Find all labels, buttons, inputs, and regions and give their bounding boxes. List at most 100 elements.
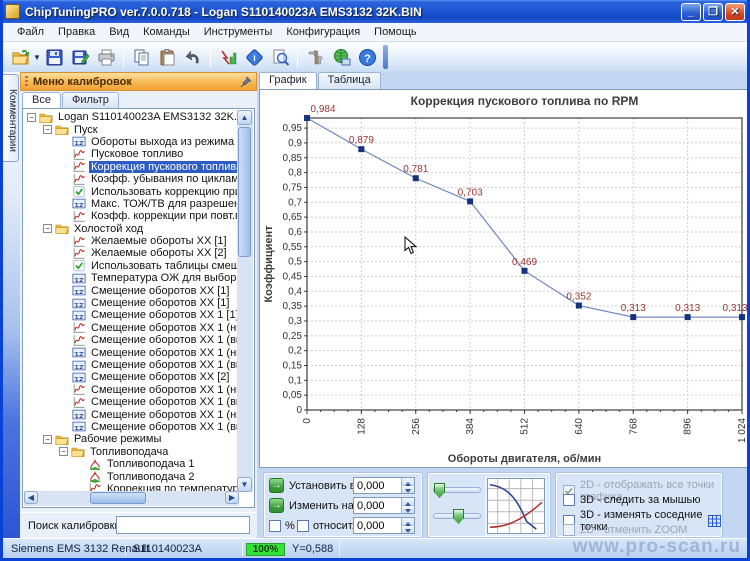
tree-item[interactable]: Смещение оборотов ХХ 1 (высокая Т	[23, 334, 239, 346]
tree-item[interactable]: 1.2 Смещение оборотов ХХ 1 (высокая Т	[23, 359, 239, 371]
menu-item-Вид[interactable]: Вид	[103, 24, 135, 40]
tree-item[interactable]: Коэфф. убывания по циклам	[23, 173, 239, 185]
open-dropdown-icon[interactable]: ▼	[33, 53, 41, 62]
tree-item-label[interactable]: Использовать коррекцию при повтор	[89, 186, 239, 198]
spin-down-icon[interactable]	[402, 506, 414, 513]
tree-item-label[interactable]: Коэфф. коррекции при повт.пуске	[89, 210, 239, 222]
vertical-scrollbar[interactable]: ▲ ▼	[237, 110, 253, 492]
close-button[interactable]: ✕	[725, 3, 745, 21]
tree-item-label[interactable]: Макс. ТОЖ/ТВ для разрешения корр	[89, 198, 239, 210]
tree-item-label[interactable]: Желаемые обороты ХХ [2]	[89, 247, 229, 259]
menu-item-Файл[interactable]: Файл	[11, 24, 50, 40]
tab-Фильтр[interactable]: Фильтр	[61, 92, 119, 108]
comments-tab[interactable]: Комментарии	[3, 74, 19, 162]
scroll-right-icon[interactable]: ▶	[225, 491, 239, 504]
checkbox[interactable]	[563, 494, 575, 506]
tree-item-label[interactable]: Топливоподача 2	[105, 471, 196, 483]
expander-minus-icon[interactable]: −	[43, 125, 52, 135]
maximize-button[interactable]: ❐	[703, 3, 723, 21]
tree-item[interactable]: Смещение оборотов ХХ 1 (низкая ТС	[23, 384, 239, 396]
tree-item[interactable]: 1.2 Обороты выхода из режима пуска	[23, 136, 239, 148]
spin-up-icon[interactable]	[402, 518, 414, 526]
tab-Все[interactable]: Все	[22, 92, 61, 108]
tree-item-label[interactable]: Коррекция пускового топлива по RP	[89, 160, 239, 173]
spin-up-icon[interactable]	[402, 498, 414, 506]
tree-item[interactable]: − Холостой ход	[23, 223, 239, 235]
expander-minus-icon[interactable]: −	[27, 112, 36, 122]
x-slider[interactable]	[433, 483, 481, 498]
tools-icon[interactable]	[303, 45, 327, 69]
paste-icon[interactable]	[155, 45, 179, 69]
checkbox[interactable]	[563, 524, 575, 536]
print-icon[interactable]	[94, 45, 118, 69]
zoom-search-icon[interactable]	[268, 45, 292, 69]
tab-График[interactable]: График	[259, 72, 317, 89]
minimize-button[interactable]: _	[681, 3, 701, 21]
save-as-icon[interactable]	[68, 45, 92, 69]
tree-item[interactable]: Пусковое топливо	[23, 148, 239, 160]
tree-item-label[interactable]: Смещение оборотов ХХ 1 (низкая ТС	[89, 384, 239, 396]
set-value-spinner[interactable]: 0,000	[353, 477, 415, 494]
tree-item[interactable]: 1.2 Смещение оборотов ХХ 1 (низкая ТС	[23, 346, 239, 359]
tree-item-label[interactable]: Смещение оборотов ХХ 1 (низкая ТС	[89, 347, 239, 359]
tree-item[interactable]: 1.2 Смещение оборотов ХХ [1]	[23, 297, 239, 309]
tree-item[interactable]: − Logan S110140023A EMS3132 32K.BIN	[23, 111, 239, 123]
tab-Таблица[interactable]: Таблица	[317, 72, 381, 89]
undo-icon[interactable]	[181, 45, 205, 69]
tree-item-label[interactable]: Использовать таблицы смещения об	[89, 260, 239, 272]
tree-item-label[interactable]: Смещение оборотов ХХ 1 (высокая Т	[89, 421, 239, 433]
menu-item-Команды[interactable]: Команды	[137, 24, 196, 40]
relative-checkbox[interactable]	[297, 520, 309, 532]
tree-item-label[interactable]: Смещение оборотов ХХ 1 (высокая Т	[89, 396, 239, 408]
tree-item[interactable]: Желаемые обороты ХХ [2]	[23, 247, 239, 259]
tree-item[interactable]: 1.2 Смещение оборотов ХХ 1 (низкая ТС	[23, 408, 239, 421]
menu-item-Инструменты[interactable]: Инструменты	[198, 24, 279, 40]
tree-item-label[interactable]: Пуск	[72, 124, 100, 136]
tree-item-label[interactable]: Пусковое топливо	[89, 148, 185, 160]
horizontal-scrollbar[interactable]: ◀ ▶	[24, 491, 239, 506]
tree-item[interactable]: 1.2 Макс. ТОЖ/ТВ для разрешения корр	[23, 198, 239, 210]
scroll-up-icon[interactable]: ▲	[237, 110, 252, 125]
info-icon[interactable]: i	[242, 45, 266, 69]
tree-item[interactable]: Смещение оборотов ХХ 1 (низкая ТС	[23, 322, 239, 334]
help-icon[interactable]: ?	[355, 45, 379, 69]
spin-down-icon[interactable]	[402, 526, 414, 533]
tree-item[interactable]: Топливоподача 1	[23, 458, 239, 471]
tree-item-label[interactable]: Обороты выхода из режима пуска	[89, 136, 239, 148]
tree-item-label[interactable]: Топливоподача	[88, 446, 170, 458]
tree-item-label[interactable]: Смещение оборотов ХХ 1 [1]	[89, 309, 239, 321]
menu-item-Помощь[interactable]: Помощь	[368, 24, 423, 40]
chip-chart-icon[interactable]	[216, 45, 240, 69]
tree-item[interactable]: 1.2 Смещение оборотов ХХ [2]	[23, 371, 239, 383]
apply-set-button[interactable]: →	[269, 478, 284, 493]
expander-minus-icon[interactable]: −	[43, 434, 52, 444]
percent-value-spinner[interactable]: 0,000	[353, 517, 415, 534]
tree-item[interactable]: Смещение оборотов ХХ 1 (высокая Т	[23, 396, 239, 408]
tree-item-label[interactable]: Смещение оборотов ХХ 1 (высокая Т	[89, 334, 239, 346]
tree-item[interactable]: Коррекция пускового топлива по RP	[23, 160, 239, 173]
tree-item-label[interactable]: Смещение оборотов ХХ [1]	[89, 297, 231, 309]
tree-item[interactable]: 1.2 Смещение оборотов ХХ [1]	[23, 284, 239, 297]
horizontal-scroll-thumb[interactable]	[90, 492, 146, 504]
menu-item-Правка[interactable]: Правка	[52, 24, 101, 40]
startup-fuel-chart[interactable]: 0 0,05 0,1 0,15 0,2 0,25 0,3 0,35 0,4 0,45 0,5 0,55…	[261, 90, 749, 468]
tree-item[interactable]: 1.2 Смещение оборотов ХХ 1 (высокая Т	[23, 421, 239, 433]
tree-item-label[interactable]: Смещение оборотов ХХ 1 (низкая ТС	[89, 322, 239, 334]
search-input[interactable]	[116, 516, 250, 534]
tree-item[interactable]: Использовать таблицы смещения об	[23, 260, 239, 272]
percent-checkbox[interactable]	[269, 520, 281, 532]
save-icon[interactable]	[42, 45, 66, 69]
tree-item-label[interactable]: Коэфф. убывания по циклам	[89, 173, 239, 185]
tree-item[interactable]: 1.2 Смещение оборотов ХХ 1 [1]	[23, 309, 239, 321]
scroll-down-icon[interactable]: ▼	[237, 477, 252, 492]
scroll-left-icon[interactable]: ◀	[24, 491, 38, 504]
menu-item-Конфигурация[interactable]: Конфигурация	[280, 24, 366, 40]
expander-minus-icon[interactable]: −	[59, 447, 68, 457]
spin-down-icon[interactable]	[402, 486, 414, 493]
tree-item[interactable]: − Рабочие режимы	[23, 433, 239, 445]
copy-icon[interactable]	[129, 45, 153, 69]
set-value[interactable]: 0,000	[354, 478, 401, 493]
tree-item[interactable]: − Топливоподача	[23, 446, 239, 458]
tree-item-label[interactable]: Холостой ход	[72, 223, 145, 235]
spin-up-icon[interactable]	[402, 478, 414, 486]
